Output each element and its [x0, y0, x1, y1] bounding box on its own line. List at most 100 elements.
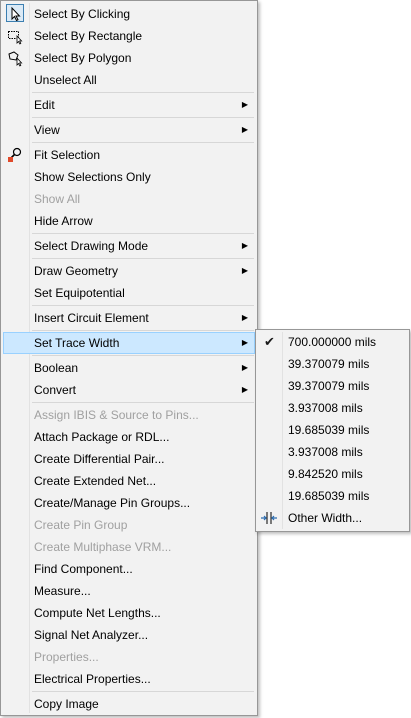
width-option-label: 3.937008 mils [288, 445, 363, 459]
menu-item-label: Create Multiphase VRM... [34, 540, 172, 554]
menu-item-label: Draw Geometry [34, 264, 119, 278]
width-option-label: 3.937008 mils [288, 401, 363, 415]
width-option[interactable]: 3.937008 mils [258, 397, 407, 419]
menu-item-insert-circuit-element[interactable]: Insert Circuit Element ▶ [3, 307, 255, 329]
menu-item-draw-geometry[interactable]: Draw Geometry ▶ [3, 260, 255, 282]
menu-item-other-width[interactable]: Other Width... [258, 507, 407, 529]
width-option[interactable]: 3.937008 mils [258, 441, 407, 463]
menu-item-label: Find Component... [34, 562, 133, 576]
pointer-select-icon [6, 5, 24, 23]
menu-separator [32, 305, 254, 306]
trace-width-submenu: ✔ 700.000000 mils 39.370079 mils 39.3700… [255, 329, 410, 532]
submenu-arrow-icon: ▶ [241, 313, 248, 322]
menu-item-label: Assign IBIS & Source to Pins... [34, 408, 199, 422]
menu-item-attach-package[interactable]: Attach Package or RDL... [3, 426, 255, 448]
menu-separator [32, 92, 254, 93]
menu-separator [32, 330, 254, 331]
width-option[interactable]: 19.685039 mils [258, 419, 407, 441]
menu-item-fit-selection[interactable]: Fit Selection [3, 144, 255, 166]
menu-item-select-by-rectangle[interactable]: Select By Rectangle [3, 25, 255, 47]
menu-item-properties: Properties... [3, 646, 255, 668]
menu-item-convert[interactable]: Convert ▶ [3, 379, 255, 401]
width-option[interactable]: 19.685039 mils [258, 485, 407, 507]
menu-item-create-pin-group: Create Pin Group [3, 514, 255, 536]
menu-item-compute-net-lengths[interactable]: Compute Net Lengths... [3, 602, 255, 624]
menu-item-label: View [34, 123, 60, 137]
menu-item-boolean[interactable]: Boolean ▶ [3, 357, 255, 379]
menu-separator [32, 233, 254, 234]
menu-item-select-by-clicking[interactable]: Select By Clicking [3, 3, 255, 25]
menu-separator [32, 142, 254, 143]
menu-item-label: Convert [34, 383, 77, 397]
width-option[interactable]: 39.370079 mils [258, 375, 407, 397]
width-option-label: 9.842520 mils [288, 467, 363, 481]
menu-item-signal-net-analyzer[interactable]: Signal Net Analyzer... [3, 624, 255, 646]
menu-item-label: Unselect All [34, 73, 97, 87]
menu-item-label: Compute Net Lengths... [34, 606, 161, 620]
context-menu: Select By Clicking Select By Rectangle S… [0, 0, 258, 716]
menu-item-show-selections-only[interactable]: Show Selections Only [3, 166, 255, 188]
menu-item-label: Boolean [34, 361, 79, 375]
menu-item-find-component[interactable]: Find Component... [3, 558, 255, 580]
menu-separator [32, 258, 254, 259]
menu-separator [32, 402, 254, 403]
submenu-arrow-icon: ▶ [241, 125, 248, 134]
menu-item-label: Attach Package or RDL... [34, 430, 170, 444]
submenu-arrow-icon: ▶ [241, 385, 248, 394]
submenu-arrow-icon: ▶ [241, 266, 248, 275]
menu-item-label: Show Selections Only [34, 170, 151, 184]
width-adjust-icon [260, 509, 278, 527]
submenu-arrow-icon: ▶ [241, 100, 248, 109]
menu-item-label: Hide Arrow [34, 214, 93, 228]
width-option-label: Other Width... [288, 511, 363, 525]
menu-item-label: Create Pin Group [34, 518, 128, 532]
width-option[interactable]: 9.842520 mils [258, 463, 407, 485]
polygon-select-icon [6, 49, 24, 67]
menu-item-label: Fit Selection [34, 148, 101, 162]
menu-separator [32, 691, 254, 692]
submenu-arrow-icon: ▶ [241, 241, 248, 250]
menu-item-label: Create/Manage Pin Groups... [34, 496, 191, 510]
menu-item-manage-pin-groups[interactable]: Create/Manage Pin Groups... [3, 492, 255, 514]
menu-item-select-by-polygon[interactable]: Select By Polygon [3, 47, 255, 69]
menu-separator [32, 355, 254, 356]
menu-item-create-multiphase-vrm: Create Multiphase VRM... [3, 536, 255, 558]
menu-item-label: Show All [34, 192, 81, 206]
rectangle-select-icon [6, 27, 24, 45]
submenu-arrow-icon: ▶ [241, 363, 248, 372]
width-option-label: 39.370079 mils [288, 379, 370, 393]
menu-item-label: Create Differential Pair... [34, 452, 165, 466]
menu-item-assign-ibis: Assign IBIS & Source to Pins... [3, 404, 255, 426]
menu-item-label: Insert Circuit Element [34, 311, 149, 325]
menu-item-label: Select By Clicking [34, 7, 131, 21]
width-option[interactable]: 39.370079 mils [258, 353, 407, 375]
magnifier-icon [6, 146, 24, 164]
menu-item-select-drawing-mode[interactable]: Select Drawing Mode ▶ [3, 235, 255, 257]
menu-item-label: Set Equipotential [34, 286, 125, 300]
menu-item-label: Copy Image [34, 697, 99, 711]
menu-item-create-differential-pair[interactable]: Create Differential Pair... [3, 448, 255, 470]
menu-item-edit[interactable]: Edit ▶ [3, 94, 255, 116]
menu-item-hide-arrow[interactable]: Hide Arrow [3, 210, 255, 232]
menu-item-electrical-properties[interactable]: Electrical Properties... [3, 668, 255, 690]
menu-item-unselect-all[interactable]: Unselect All [3, 69, 255, 91]
menu-item-measure[interactable]: Measure... [3, 580, 255, 602]
submenu-arrow-icon: ▶ [241, 338, 248, 347]
width-option[interactable]: ✔ 700.000000 mils [258, 331, 407, 353]
menu-item-set-equipotential[interactable]: Set Equipotential [3, 282, 255, 304]
menu-item-label: Select By Polygon [34, 51, 132, 65]
menu-item-copy-image[interactable]: Copy Image [3, 693, 255, 715]
menu-separator [32, 117, 254, 118]
menu-item-label: Set Trace Width [34, 336, 120, 350]
menu-item-label: Create Extended Net... [34, 474, 157, 488]
menu-item-create-extended-net[interactable]: Create Extended Net... [3, 470, 255, 492]
menu-item-set-trace-width[interactable]: Set Trace Width ▶ [3, 332, 255, 354]
menu-item-label: Electrical Properties... [34, 672, 151, 686]
menu-item-label: Edit [34, 98, 55, 112]
menu-item-label: Measure... [34, 584, 91, 598]
width-option-label: 39.370079 mils [288, 357, 370, 371]
menu-item-label: Select Drawing Mode [34, 239, 149, 253]
width-option-label: 19.685039 mils [288, 489, 370, 503]
checkmark-icon: ✔ [264, 334, 275, 349]
menu-item-view[interactable]: View ▶ [3, 119, 255, 141]
